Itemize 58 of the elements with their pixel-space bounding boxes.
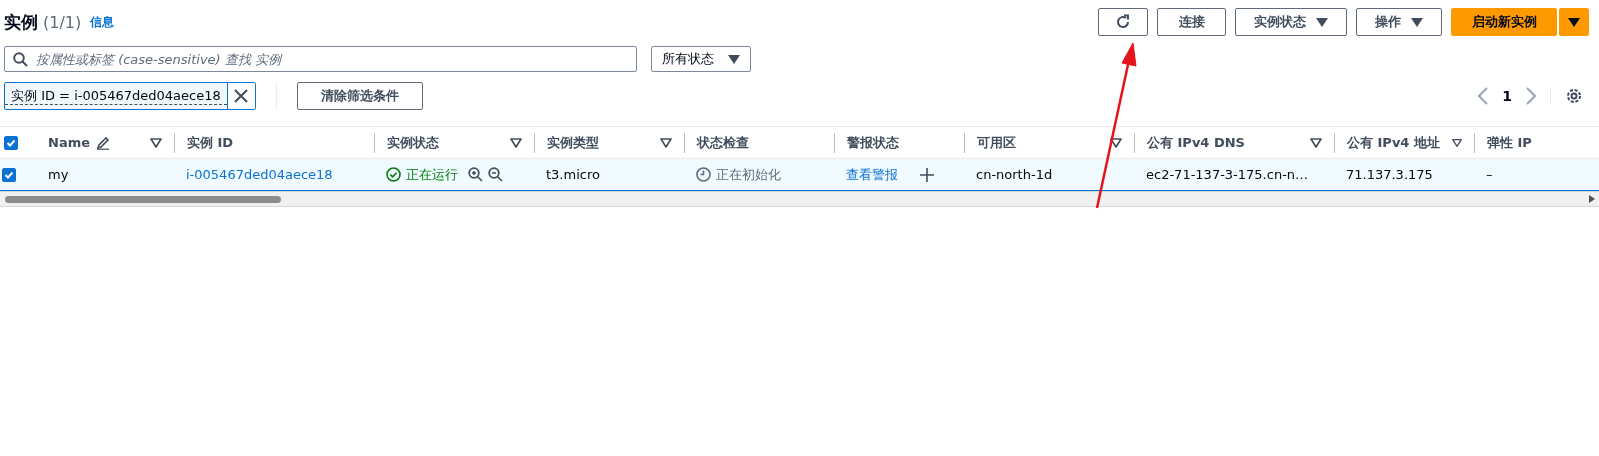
refresh-icon — [1115, 14, 1131, 30]
clock-icon — [696, 167, 711, 182]
select-all-checkbox[interactable] — [4, 135, 18, 150]
table-cell: ec2-71-137-3-175.cn-n… — [1146, 167, 1309, 182]
filter-triangle-icon[interactable] — [1451, 137, 1462, 148]
column-header[interactable]: 警报状态 — [834, 132, 964, 153]
pencil-icon — [96, 135, 110, 150]
clear-filters-button[interactable]: 清除筛选条件 — [296, 82, 423, 110]
search-field[interactable]: 按属性或标签 (case-sensitive) 查找 实例 — [4, 46, 637, 72]
filter-token-label: 实例 ID = i-005467ded04aece18 — [5, 87, 227, 105]
search-icon — [13, 52, 28, 67]
table-cell: cn-north-1d — [976, 167, 1053, 182]
zoom-out-icon[interactable] — [488, 167, 503, 182]
dropdown-button[interactable]: 操作 — [1356, 8, 1442, 36]
table-cell: my — [48, 167, 69, 182]
horizontal-scrollbar[interactable] — [0, 191, 1599, 207]
launch-options-button[interactable] — [1559, 8, 1589, 36]
scrollbar-thumb[interactable] — [5, 195, 281, 203]
plus-icon[interactable] — [920, 167, 934, 182]
caret-down-icon — [1568, 17, 1580, 27]
info-link[interactable]: 信息 — [90, 13, 115, 31]
launch-instance-button[interactable]: 启动新实例 — [1451, 8, 1557, 36]
table-cell: 71.137.3.175 — [1346, 167, 1433, 182]
dropdown-button[interactable]: 实例状态 — [1235, 8, 1347, 36]
check-circle-icon — [386, 167, 401, 182]
column-header[interactable]: 公有 IPv4 DNS — [1134, 132, 1334, 153]
filter-triangle-icon[interactable] — [1310, 137, 1322, 148]
column-header[interactable]: 实例 ID — [174, 132, 374, 153]
status-check: 正在初始化 — [716, 165, 781, 184]
zoom-in-icon[interactable] — [468, 167, 483, 182]
page-number[interactable]: 1 — [1502, 88, 1512, 104]
refresh-button[interactable] — [1098, 8, 1148, 36]
column-header[interactable]: 公有 IPv4 地址 — [1334, 132, 1474, 153]
close-icon — [234, 89, 249, 103]
column-header[interactable]: 实例类型 — [534, 132, 684, 153]
instance-count: (1/1) — [43, 12, 82, 32]
connect-button[interactable]: 连接 — [1157, 8, 1226, 36]
table-cell: – — [1486, 167, 1493, 182]
column-header[interactable]: Name — [36, 132, 174, 153]
column-header[interactable]: 弹性 IP — [1474, 132, 1599, 153]
page-title: 实例 — [4, 10, 38, 34]
remove-filter-button[interactable] — [226, 83, 255, 109]
instance-state: 正在运行 — [406, 165, 458, 184]
scroll-right-arrow-icon[interactable] — [1589, 195, 1595, 203]
caret-down-icon — [1316, 17, 1328, 27]
row-checkbox[interactable] — [2, 167, 16, 182]
state-filter-select[interactable]: 所有状态 — [651, 46, 751, 72]
settings-icon[interactable] — [1565, 87, 1583, 105]
filter-triangle-icon[interactable] — [510, 137, 522, 148]
column-header[interactable]: 状态检查 — [684, 132, 834, 153]
column-header[interactable]: 实例状态 — [374, 132, 534, 153]
caret-down-icon — [1411, 17, 1423, 27]
filter-triangle-icon[interactable] — [1110, 137, 1122, 148]
filter-triangle-icon[interactable] — [660, 137, 672, 148]
table-cell: t3.micro — [546, 167, 600, 182]
caret-down-icon — [728, 54, 740, 64]
column-header[interactable]: 可用区 — [964, 132, 1134, 153]
filter-triangle-icon[interactable] — [150, 137, 162, 148]
